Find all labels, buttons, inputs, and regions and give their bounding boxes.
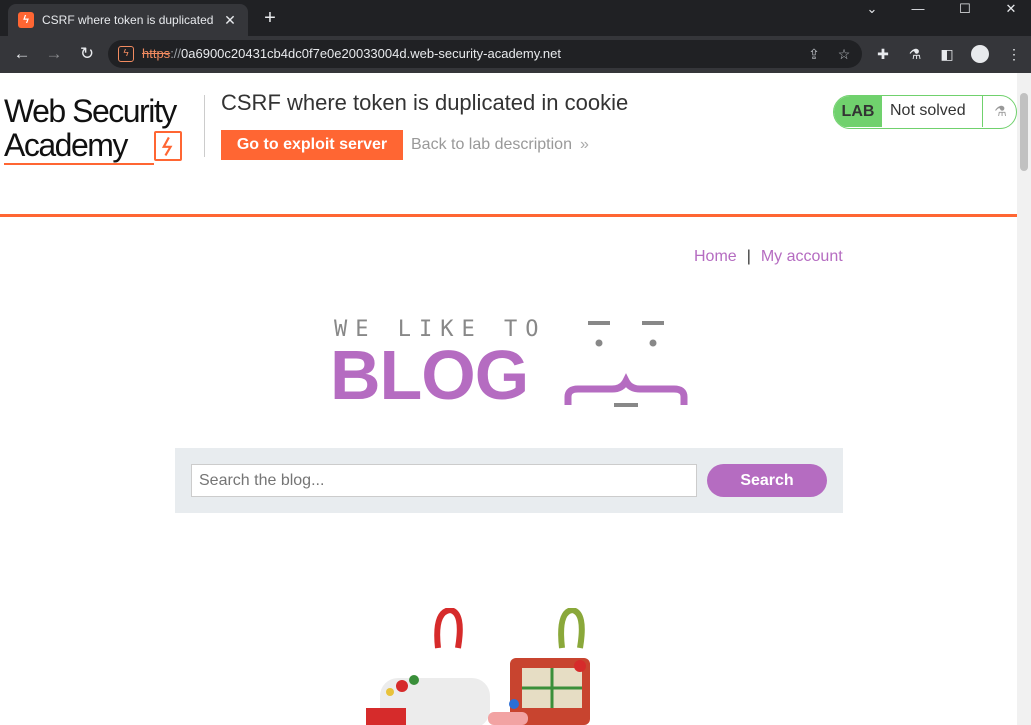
browser-toolbar: ← → ↻ ϟ https://0a6900c20431cb4dc0f7e0e2… (0, 36, 1031, 73)
header-divider (204, 95, 205, 157)
logo-underline (4, 163, 154, 165)
page-content: Web Security Academy CSRF where token is… (0, 73, 1017, 725)
minimize-window-icon[interactable]: — (898, 0, 938, 18)
academy-header: Web Security Academy CSRF where token is… (0, 73, 1017, 217)
go-to-exploit-server-button[interactable]: Go to exploit server (221, 130, 403, 160)
new-tab-button[interactable]: + (258, 6, 282, 30)
blog-post-image[interactable] (310, 608, 620, 725)
not-secure-warning-icon[interactable]: ϟ (118, 46, 134, 62)
blog-face-icon (564, 321, 688, 407)
url-text[interactable]: https://0a6900c20431cb4dc0f7e0e20033004d… (142, 46, 561, 61)
maximize-window-icon[interactable]: ☐ (945, 0, 985, 18)
back-to-lab-description-link[interactable]: Back to lab description» (411, 136, 589, 154)
reload-icon[interactable]: ↻ (75, 42, 99, 66)
side-panel-icon[interactable]: ◧ (935, 42, 959, 66)
blog-logo: WE LIKE TO BLOG (330, 317, 690, 417)
page-scrollbar[interactable] (1017, 73, 1031, 725)
double-chevron-right-icon: » (579, 136, 589, 153)
close-tab-icon[interactable]: ✕ (222, 12, 238, 29)
nav-separator: | (746, 248, 751, 265)
lab-title: CSRF where token is duplicated in cookie (221, 90, 629, 115)
web-security-academy-logo[interactable]: Web Security Academy (4, 95, 204, 165)
burp-lightning-icon: ϟ (18, 12, 34, 28)
blog-logo-word: BLOG (330, 336, 529, 414)
lab-badge: LAB (834, 96, 882, 127)
forward-arrow-icon[interactable]: → (42, 42, 66, 66)
flask-icon: ⚗ (982, 96, 1016, 127)
my-account-link[interactable]: My account (761, 248, 843, 265)
top-nav-links: Home | My account (694, 248, 843, 266)
labs-flask-icon[interactable]: ⚗ (903, 42, 927, 66)
browser-tab[interactable]: ϟ CSRF where token is duplicated in cook… (8, 4, 248, 36)
address-bar[interactable]: ϟ https://0a6900c20431cb4dc0f7e0e2003300… (108, 40, 862, 68)
bookmark-star-icon[interactable]: ☆ (834, 44, 854, 64)
search-button[interactable]: Search (707, 464, 827, 497)
close-window-icon[interactable]: ✕ (991, 0, 1031, 18)
scrollbar-thumb[interactable] (1020, 93, 1028, 171)
browser-tab-bar: ϟ CSRF where token is duplicated in cook… (0, 0, 1031, 36)
home-link[interactable]: Home (694, 248, 737, 265)
search-panel: Search (175, 448, 843, 513)
lab-status-widget: LAB Not solved ⚗ (833, 95, 1017, 129)
search-input[interactable] (191, 464, 697, 497)
profile-avatar-icon[interactable] (971, 45, 989, 63)
tab-title: CSRF where token is duplicated in cookie (42, 13, 216, 27)
lab-status-text: Not solved (890, 102, 966, 119)
tab-search-chevron-icon[interactable]: ⌄ (852, 0, 892, 18)
logo-lightning-icon (154, 131, 182, 161)
extensions-puzzle-icon[interactable]: ✚ (871, 42, 895, 66)
browser-menu-icon[interactable]: ⋮ (1002, 42, 1026, 66)
share-icon[interactable]: ⇪ (804, 44, 824, 64)
back-arrow-icon[interactable]: ← (10, 42, 34, 66)
